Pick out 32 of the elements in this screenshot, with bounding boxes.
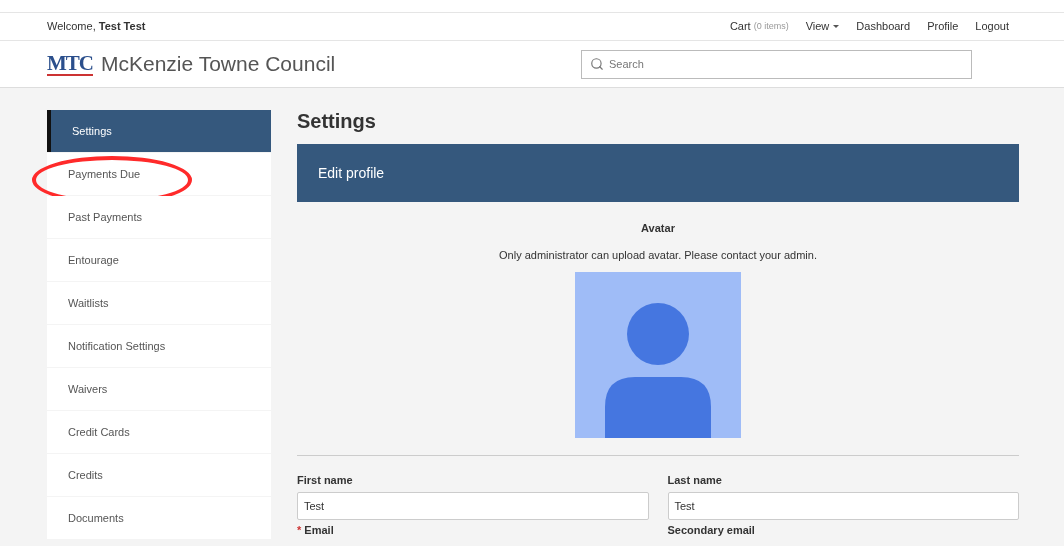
nav-link[interactable]: Profile	[927, 18, 959, 35]
search-icon	[590, 57, 604, 71]
sidebar-item[interactable]: Waivers	[47, 368, 271, 410]
text-field[interactable]: Test	[667, 492, 1019, 520]
cart-count: (0 items)	[753, 19, 789, 33]
logo: MTC	[47, 52, 93, 76]
view-dropdown[interactable]: View	[805, 18, 840, 35]
page-title: Settings	[297, 109, 377, 134]
sidebar-item[interactable]: Credits	[47, 454, 271, 496]
caret-icon	[833, 25, 840, 28]
sidebar-item[interactable]: Settings	[47, 110, 271, 152]
welcome-text: Welcome, Test Test	[47, 19, 146, 35]
nav-link[interactable]: Logout	[975, 18, 1009, 35]
field-label: Secondary email	[667, 524, 756, 537]
sidebar-item[interactable]: Payments Due	[47, 153, 271, 195]
text-field[interactable]: Test	[297, 492, 649, 520]
field-label: Last name	[667, 474, 723, 487]
avatar-label: Avatar	[641, 221, 675, 236]
sidebar-item[interactable]: Notification Settings	[47, 325, 271, 367]
sidebar-item[interactable]: Credit Cards	[47, 411, 271, 453]
nav-link[interactable]: Cart (0 items)	[729, 18, 789, 35]
field-label: First name	[297, 474, 354, 487]
sidebar-item[interactable]: Documents	[47, 497, 271, 539]
avatar-note: Only administrator can upload avatar. Please contact your admin.	[499, 247, 817, 263]
sidebar-item[interactable]: Entourage	[47, 239, 271, 281]
search-field[interactable]: Search	[581, 49, 972, 79]
sidebar-item[interactable]: Waitlists	[47, 282, 271, 324]
sidebar-item[interactable]: Past Payments	[47, 196, 271, 238]
site-name: McKenzie Towne Council	[101, 51, 336, 78]
field-label: * Email	[297, 524, 335, 537]
nav-link[interactable]: Dashboard	[856, 18, 911, 35]
edit-profile-banner: Edit profile	[297, 144, 1019, 202]
